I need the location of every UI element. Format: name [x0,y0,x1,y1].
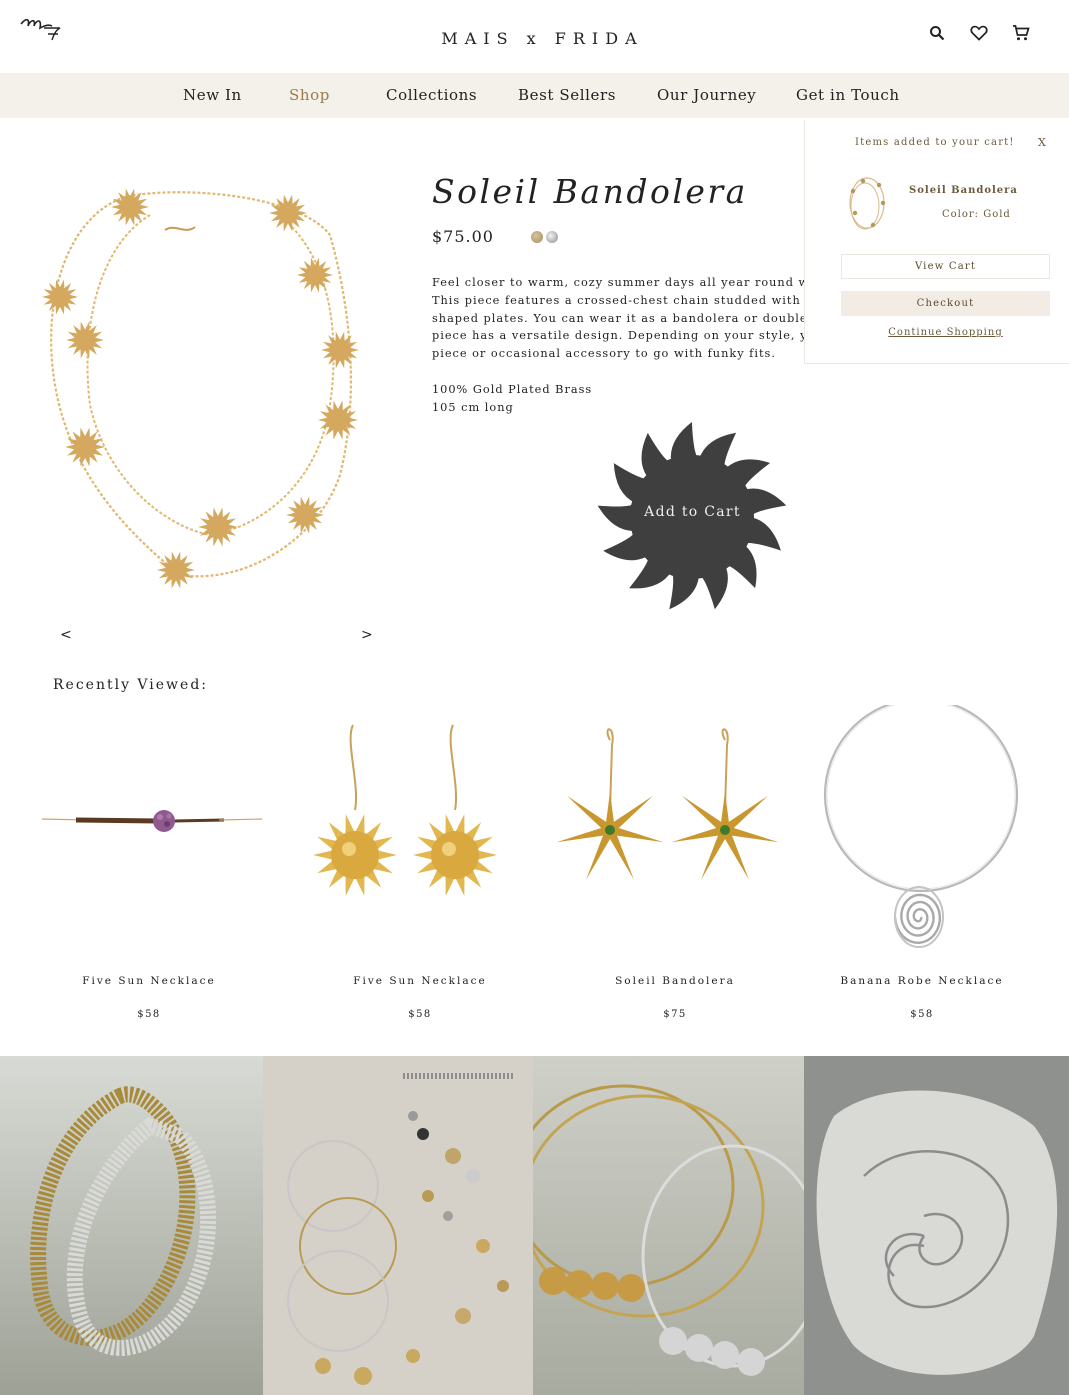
close-icon[interactable]: X [1038,136,1046,149]
gallery-image-hoop-chokers[interactable] [533,1056,804,1395]
color-swatches [531,231,558,243]
gallery-image-jewelry-flatlay[interactable] [263,1056,533,1395]
recently-viewed-title: Recently Viewed: [53,677,209,693]
product-price: $58 [137,1009,161,1020]
description-line: This piece features a crossed-chest chai… [432,293,801,307]
nav-collections[interactable]: Collections [386,86,477,104]
cart-item-thumbnail [843,173,891,235]
swatch-silver[interactable] [546,231,558,243]
product-description: Feel closer to warm, cozy summer days al… [432,274,812,363]
product-name: Five Sun Necklace [82,975,216,987]
nav-get-in-touch[interactable]: Get in Touch [796,86,900,104]
checkout-button[interactable]: Checkout [841,291,1050,316]
cart-item-name: Soleil Bandolera [909,185,1018,196]
product-thumbnail [550,705,800,955]
swatch-gold[interactable] [531,231,543,243]
site-header: MAIS x FRIDA [0,0,1069,73]
spec-material: 100% Gold Plated Brass [432,383,593,396]
description-line: Feel closer to warm, cozy summer days al… [432,276,810,289]
product-price: $58 [910,1009,934,1020]
product-title: Soleil Bandolera [432,172,748,211]
carousel-prev-arrow[interactable]: < [60,627,72,643]
product-thumbnail [797,697,1047,955]
recently-viewed-item[interactable]: Five Sun Necklace $58 [24,705,274,1035]
product-specs: 100% Gold Plated Brass 105 cm long [432,381,592,417]
cart-popup: Items added to your cart! X Soleil Bando… [804,120,1069,364]
recently-viewed-item[interactable]: Soleil Bandolera $75 [550,705,800,1035]
carousel-next-arrow[interactable]: > [361,627,373,643]
view-cart-button[interactable]: View Cart [841,254,1050,279]
cart-popup-title: Items added to your cart! [855,137,1015,148]
product-thumbnail [24,705,274,955]
gallery-strip [0,1056,1069,1395]
continue-shopping-link[interactable]: Continue Shopping [841,327,1050,338]
brand-name[interactable]: MAIS x FRIDA [0,29,1069,48]
description-line: piece has a versatile design. Depending … [432,329,808,343]
nav-our-journey[interactable]: Our Journey [657,86,756,104]
product-name: Banana Robe Necklace [840,975,1004,987]
gallery-image-spiral-earrings[interactable] [804,1056,1069,1395]
cart-item-color: Color: Gold [942,209,1011,220]
add-to-cart-button[interactable]: Add to Cart [595,420,790,615]
product-name: Soleil Bandolera [615,975,735,987]
product-price: $75 [663,1009,687,1020]
search-icon[interactable] [926,22,948,44]
description-line: piece or occasional accessory to go with… [432,347,776,361]
product-image [30,175,375,605]
product-thumbnail [295,705,545,955]
spec-length: 105 cm long [432,401,514,414]
recently-viewed-item[interactable]: Five Sun Necklace $58 [295,705,545,1035]
nav-best-sellers[interactable]: Best Sellers [518,86,616,104]
description-line: shaped plates. You can wear it as a band… [432,311,808,325]
nav-shop[interactable]: Shop [289,86,330,104]
cart-icon[interactable] [1010,22,1032,44]
recently-viewed-item[interactable]: Banana Robe Necklace $58 [797,697,1047,1035]
product-price: $75.00 [432,227,494,246]
heart-icon[interactable] [968,22,990,44]
product-name: Five Sun Necklace [353,975,487,987]
product-price: $58 [408,1009,432,1020]
add-to-cart-label: Add to Cart [644,504,741,520]
gallery-image-chain-necklaces[interactable] [0,1056,263,1395]
nav-new-in[interactable]: New In [183,86,242,104]
main-nav: New In Shop Collections Best Sellers Our… [0,73,1069,118]
